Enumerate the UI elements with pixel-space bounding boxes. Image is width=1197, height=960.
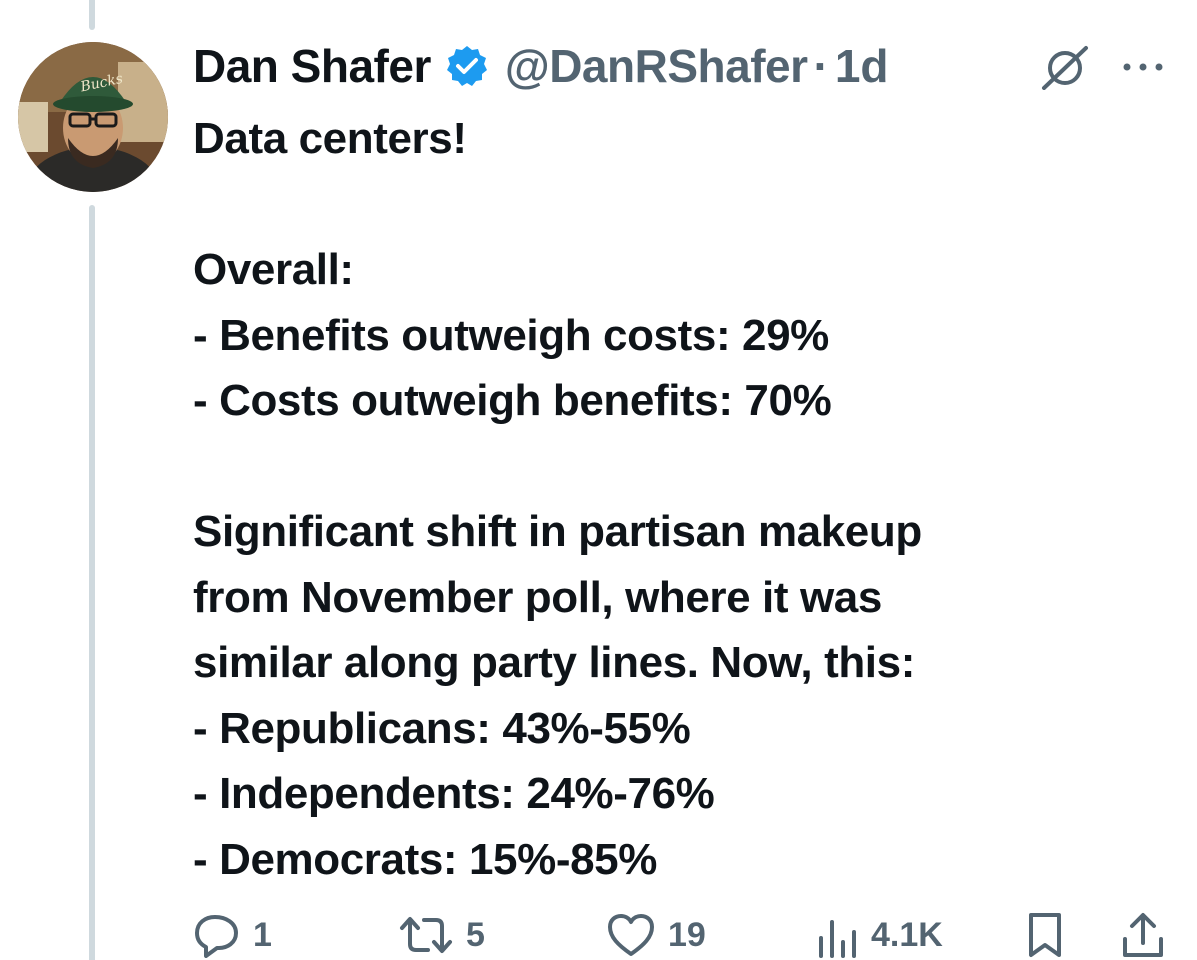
more-icon[interactable] bbox=[1120, 56, 1166, 78]
separator-dot: · bbox=[813, 40, 829, 92]
like-count: 19 bbox=[668, 915, 706, 954]
repost-icon bbox=[398, 912, 454, 958]
reply-button[interactable]: 1 bbox=[193, 910, 272, 960]
timestamp[interactable]: 1d bbox=[835, 39, 889, 93]
tweet-line: - Costs outweigh benefits: 70% bbox=[193, 376, 832, 425]
tweet-line: similar along party lines. Now, this: bbox=[193, 638, 915, 687]
views-icon bbox=[815, 912, 859, 958]
tweet-line: - Republicans: 43%-55% bbox=[193, 703, 691, 753]
tweet-line-blank bbox=[193, 434, 1183, 500]
repost-button[interactable]: 5 bbox=[398, 910, 485, 960]
author-handle[interactable]: @DanRShafer bbox=[505, 39, 808, 93]
bookmark-icon bbox=[1025, 911, 1065, 959]
tweet-text: Data centers! Overall: - Benefits outwei… bbox=[193, 106, 1183, 892]
views-count: 4.1K bbox=[871, 915, 943, 954]
thread-line-top bbox=[89, 0, 95, 30]
tweet-line: Significant shift in partisan makeup bbox=[193, 507, 922, 556]
author-name[interactable]: Dan Shafer bbox=[193, 39, 431, 93]
thread-line-bottom bbox=[89, 205, 95, 960]
share-icon bbox=[1121, 911, 1165, 959]
avatar[interactable]: Bucks bbox=[18, 42, 168, 192]
tweet-line: from November poll, where it was bbox=[193, 572, 882, 622]
tweet-line: - Independents: 24%-76% bbox=[193, 769, 715, 818]
tweet-line-blank bbox=[193, 172, 1183, 238]
tweet-header: Dan Shafer @DanRShafer · 1d bbox=[193, 36, 889, 96]
verified-badge-icon[interactable] bbox=[445, 44, 489, 88]
views-button[interactable]: 4.1K bbox=[815, 910, 943, 960]
grok-icon[interactable] bbox=[1040, 44, 1090, 90]
reply-icon bbox=[193, 912, 241, 958]
tweet-line: - Benefits outweigh costs: 29% bbox=[193, 310, 829, 360]
reply-count: 1 bbox=[253, 915, 272, 954]
tweet-line: Data centers! bbox=[193, 114, 467, 163]
share-button[interactable] bbox=[1121, 910, 1165, 960]
bookmark-button[interactable] bbox=[1025, 910, 1065, 960]
heart-icon bbox=[606, 912, 656, 958]
repost-count: 5 bbox=[466, 915, 485, 954]
like-button[interactable]: 19 bbox=[606, 910, 706, 960]
tweet-line: Overall: bbox=[193, 245, 354, 294]
action-bar: 1 5 19 4.1K bbox=[193, 910, 1173, 960]
tweet-line: - Democrats: 15%-85% bbox=[193, 834, 657, 884]
